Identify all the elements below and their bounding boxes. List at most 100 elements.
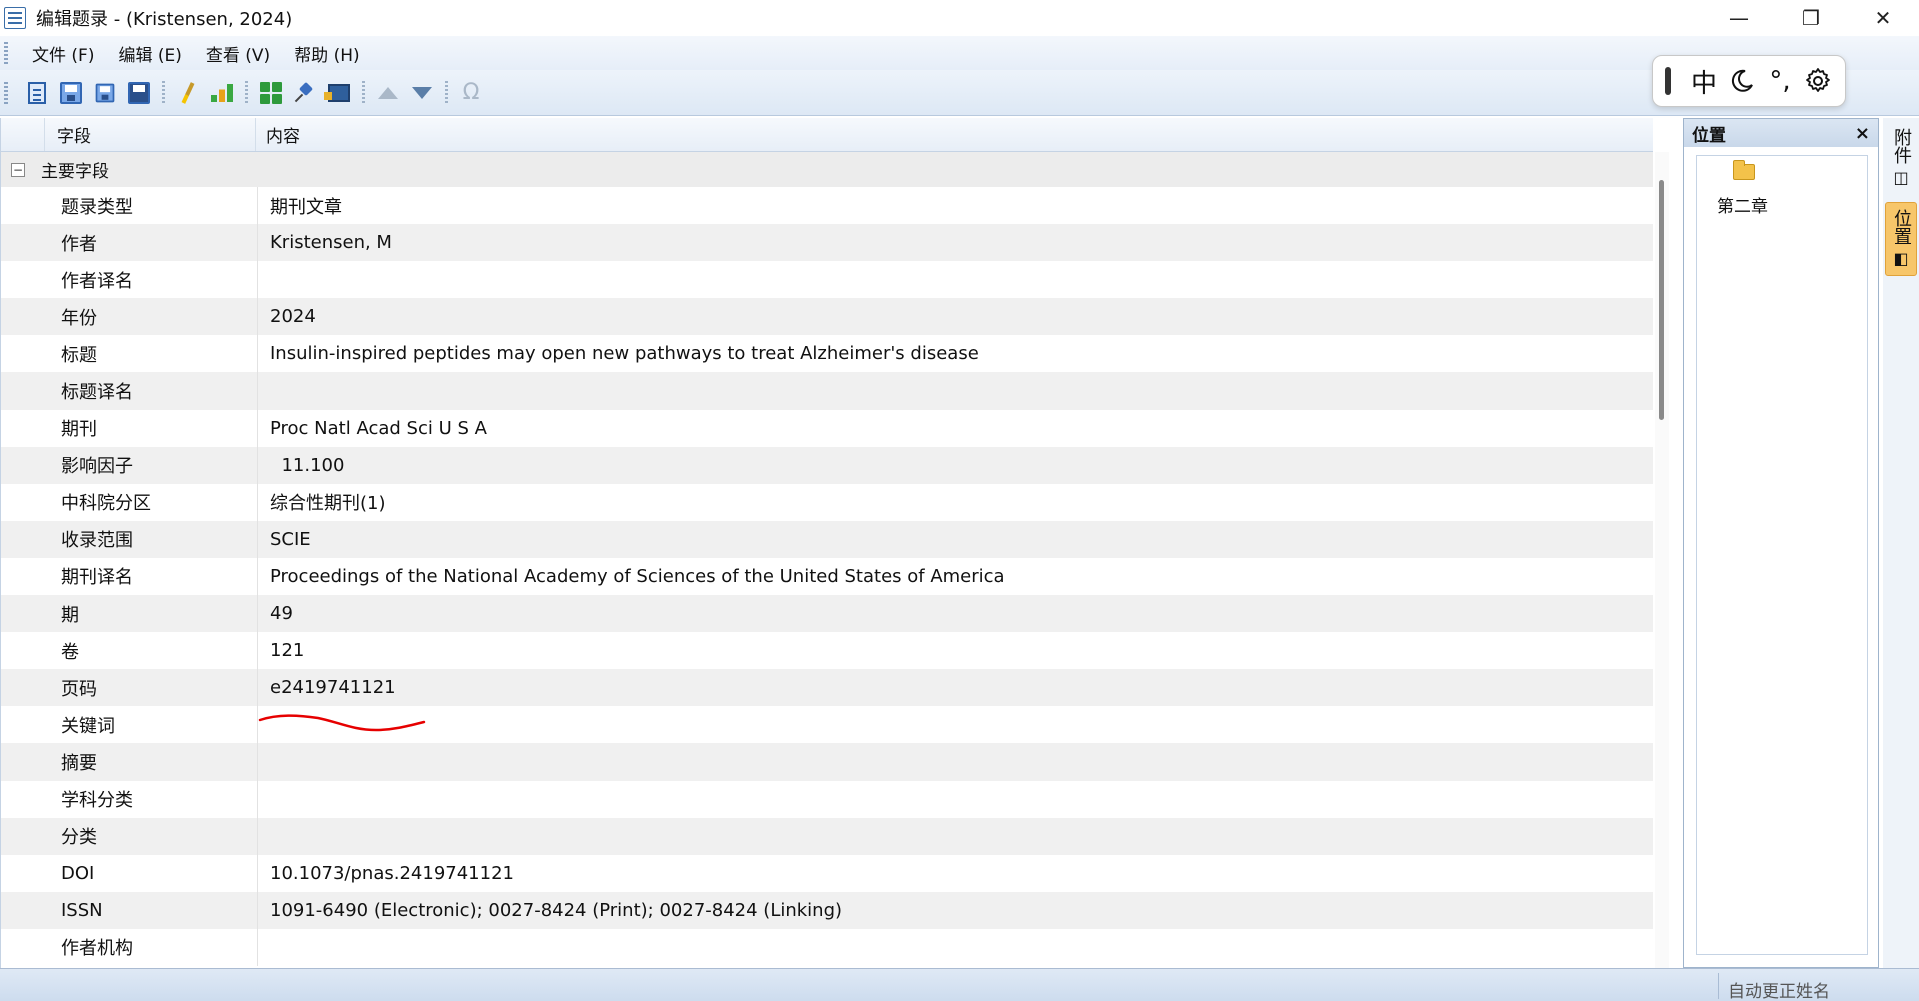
- field-value[interactable]: [258, 929, 1653, 966]
- menu-file[interactable]: 文件 (F): [20, 41, 106, 66]
- table-row[interactable]: 收录范围 SCIE: [1, 520, 1653, 558]
- save-button[interactable]: [56, 78, 86, 108]
- table-row[interactable]: 期 49: [1, 595, 1653, 633]
- field-value[interactable]: SCIE: [258, 521, 1653, 558]
- field-value[interactable]: 2024: [258, 298, 1653, 335]
- field-label: 题录类型: [1, 187, 258, 225]
- table-row[interactable]: 作者机构: [1, 928, 1653, 966]
- fields-button[interactable]: [256, 78, 286, 108]
- field-value[interactable]: 49: [258, 595, 1653, 632]
- menu-help[interactable]: 帮助 (H): [282, 41, 371, 66]
- ime-punctuation-toggle[interactable]: °,: [1761, 62, 1799, 100]
- header-field[interactable]: 字段: [45, 118, 256, 151]
- table-row[interactable]: 作者译名: [1, 261, 1653, 299]
- grid-icon: [260, 81, 282, 104]
- special-char-button[interactable]: Ω: [456, 78, 486, 108]
- field-label: 分类: [1, 817, 258, 855]
- table-row[interactable]: 页码 e2419741121: [1, 669, 1653, 707]
- tree-node-chapter[interactable]: 第二章: [1717, 192, 1768, 217]
- table-row[interactable]: 分类: [1, 817, 1653, 855]
- table-row[interactable]: 期刊译名 Proceedings of the National Academy …: [1, 557, 1653, 596]
- clean-button[interactable]: [173, 78, 203, 108]
- field-value[interactable]: 10.1073/pnas.2419741121: [258, 855, 1653, 892]
- minimize-button[interactable]: —: [1703, 0, 1775, 36]
- omega-icon: Ω: [462, 80, 480, 105]
- moon-icon[interactable]: [1723, 62, 1761, 100]
- field-value[interactable]: 综合性期刊(1): [258, 484, 1653, 521]
- field-value[interactable]: e2419741121: [258, 669, 1653, 706]
- table-row[interactable]: 卷 121: [1, 632, 1653, 670]
- field-value[interactable]: 1091-6490 (Electronic); 0027-8424 (Print…: [258, 892, 1653, 929]
- location-panel-close-button[interactable]: ×: [1855, 123, 1870, 144]
- tab-attachment[interactable]: 附件 ◫: [1885, 122, 1917, 194]
- ime-drag-handle[interactable]: [1665, 67, 1671, 95]
- toolbar-grip[interactable]: [4, 81, 8, 104]
- attachment-icon: ◫: [1893, 168, 1909, 187]
- table-row[interactable]: 关键词: [1, 706, 1653, 744]
- group-main-fields[interactable]: − 主要字段: [1, 152, 1653, 187]
- field-value[interactable]: Insulin-inspired peptides may open new p…: [258, 335, 1653, 372]
- header-content[interactable]: 内容: [256, 122, 1653, 147]
- restore-button[interactable]: ❐: [1775, 0, 1847, 36]
- new-record-button[interactable]: [22, 78, 52, 108]
- field-value[interactable]: 11.100: [258, 447, 1653, 484]
- close-button[interactable]: ✕: [1847, 0, 1919, 36]
- menu-view[interactable]: 查看 (V): [194, 41, 282, 66]
- window-title: 编辑题录 - (Kristensen, 2024): [36, 9, 293, 30]
- tab-location[interactable]: 位置 ◧: [1885, 202, 1917, 276]
- field-value[interactable]: [258, 372, 1653, 409]
- location-panel-header: 位置 ×: [1684, 119, 1878, 147]
- table-row[interactable]: 摘要: [1, 743, 1653, 781]
- table-row[interactable]: 学科分类: [1, 780, 1653, 818]
- table-row[interactable]: ISSN 1091-6490 (Electronic); 0027-8424 (P…: [1, 891, 1653, 929]
- field-grid: 字段 内容 − 主要字段 题录类型 期刊文章 作者 Kristensen, M 作者译名…: [0, 118, 1653, 968]
- save-close-button[interactable]: [124, 78, 154, 108]
- menu-edit[interactable]: 编辑 (E): [106, 41, 193, 66]
- side-tab-strip: 附件 ◫ 位置 ◧: [1883, 118, 1919, 968]
- grid-scrollbar[interactable]: [1655, 152, 1669, 968]
- field-label: 卷: [1, 632, 258, 670]
- move-down-button[interactable]: [407, 78, 437, 108]
- status-auto-correct-names[interactable]: 自动更正姓名: [1728, 977, 1830, 1001]
- collapse-icon[interactable]: −: [11, 162, 25, 177]
- field-value[interactable]: [258, 781, 1653, 818]
- scrollbar-thumb[interactable]: [1659, 180, 1664, 420]
- save-all-button[interactable]: [90, 78, 120, 108]
- field-value[interactable]: [258, 261, 1653, 298]
- field-value[interactable]: [258, 743, 1653, 780]
- field-value[interactable]: Proc Natl Acad Sci U S A: [258, 410, 1653, 447]
- move-up-button[interactable]: [373, 78, 403, 108]
- field-value[interactable]: 期刊文章: [258, 187, 1653, 224]
- broom-icon: [181, 81, 195, 104]
- stats-button[interactable]: [207, 78, 237, 108]
- ime-language-toggle[interactable]: 中: [1685, 62, 1723, 100]
- field-value[interactable]: [258, 706, 1653, 743]
- field-value[interactable]: Kristensen, M: [258, 224, 1653, 261]
- field-label: 年份: [1, 298, 258, 336]
- pin-button[interactable]: [290, 78, 320, 108]
- table-row[interactable]: 作者 Kristensen, M: [1, 224, 1653, 262]
- table-row[interactable]: DOI 10.1073/pnas.2419741121: [1, 854, 1653, 892]
- card-button[interactable]: [324, 78, 354, 108]
- grid-header: 字段 内容: [1, 118, 1653, 152]
- field-label: 页码: [1, 669, 258, 707]
- table-row[interactable]: 题录类型 期刊文章: [1, 187, 1653, 225]
- field-rows: 题录类型 期刊文章 作者 Kristensen, M 作者译名 年份 2024 标题 Insul…: [1, 187, 1653, 966]
- table-row[interactable]: 影响因子 11.100: [1, 446, 1653, 484]
- field-label: 标题译名: [1, 372, 258, 410]
- table-row[interactable]: 标题 Insulin-inspired peptides may open new…: [1, 335, 1653, 373]
- table-row[interactable]: 中科院分区 综合性期刊(1): [1, 483, 1653, 521]
- table-row[interactable]: 年份 2024: [1, 298, 1653, 336]
- header-spacer: [1, 118, 45, 151]
- field-value[interactable]: Proceedings of the National Academy of S…: [258, 558, 1653, 595]
- field-value[interactable]: 121: [258, 632, 1653, 669]
- field-label: 关键词: [1, 706, 258, 744]
- menu-grip[interactable]: [4, 42, 8, 64]
- table-row[interactable]: 期刊 Proc Natl Acad Sci U S A: [1, 409, 1653, 447]
- field-label: 学科分类: [1, 780, 258, 818]
- field-label: 影响因子: [1, 446, 258, 484]
- gear-icon[interactable]: [1799, 62, 1837, 100]
- field-value[interactable]: [258, 818, 1653, 855]
- table-row[interactable]: 标题译名: [1, 372, 1653, 410]
- title-bar: 编辑题录 - (Kristensen, 2024) — ❐ ✕: [0, 0, 1919, 36]
